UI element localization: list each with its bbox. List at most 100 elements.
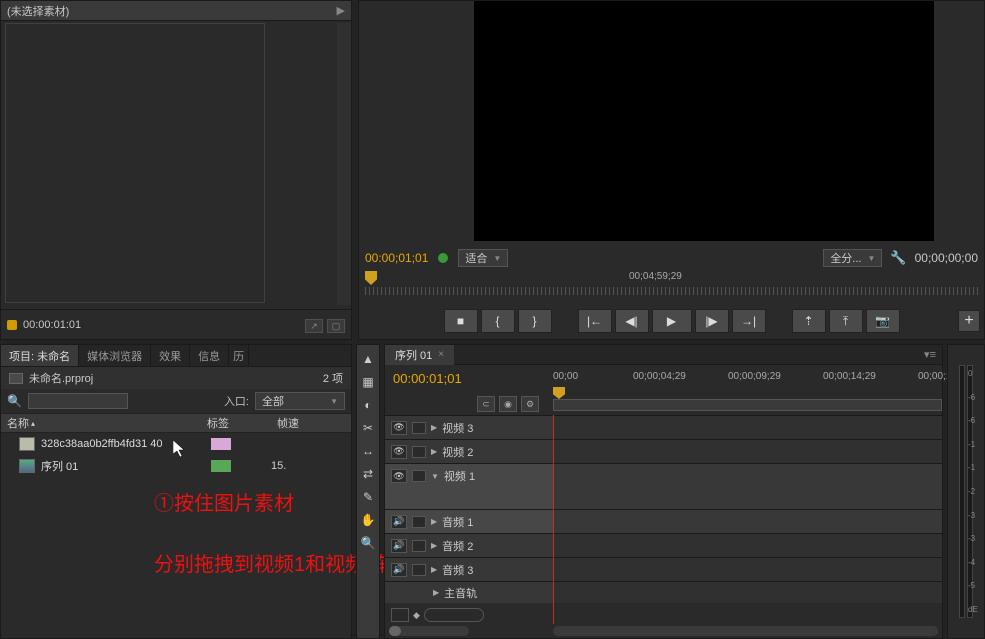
close-icon[interactable]: × — [438, 349, 444, 360]
program-ruler[interactable]: 00;04;59;29 — [359, 271, 984, 301]
selection-tool[interactable]: ▲ — [358, 349, 378, 369]
speaker-icon[interactable]: 🔊 — [391, 515, 407, 529]
col-name[interactable]: 名称 ▴ — [1, 415, 201, 431]
tab-effects[interactable]: 效果 — [151, 345, 190, 366]
track-header[interactable]: ▶ 主音轨 — [385, 582, 553, 603]
program-timecode-left[interactable]: 00:00;01;01 — [365, 251, 428, 265]
track-body[interactable] — [553, 582, 942, 603]
ruler-playhead-icon[interactable] — [365, 271, 377, 285]
track-name: 音频 1 — [442, 514, 473, 530]
extract-button[interactable]: ⤒ — [829, 309, 863, 333]
expand-icon[interactable]: ▶ — [431, 565, 437, 574]
lock-icon[interactable] — [412, 516, 426, 528]
pen-tool[interactable]: ✎ — [358, 487, 378, 507]
panel-menu-icon[interactable]: ▾≡ — [918, 348, 942, 361]
snap-toggle[interactable]: ⊂ — [477, 396, 495, 412]
lock-icon[interactable] — [412, 470, 426, 482]
source-viewport[interactable] — [5, 23, 265, 303]
list-item[interactable]: 328c38aa0b2ffb4fd31 40 — [1, 433, 351, 455]
expand-icon[interactable]: ▶ — [431, 423, 437, 432]
track-body[interactable] — [553, 464, 942, 509]
timeline-ruler[interactable]: 00;00 00;00;04;29 00;00;09;29 00;00;14;2… — [553, 371, 942, 387]
track-body[interactable] — [553, 558, 942, 581]
filter-dropdown[interactable]: 全部 ▼ — [255, 392, 345, 410]
go-to-out-button[interactable]: →| — [732, 309, 766, 333]
search-icon[interactable]: 🔍 — [7, 394, 22, 408]
add-button-plus-icon[interactable]: + — [958, 310, 980, 332]
playhead-line[interactable] — [553, 415, 554, 624]
eye-icon[interactable]: 👁 — [391, 445, 407, 459]
lock-icon[interactable] — [412, 422, 426, 434]
timeline-playhead-icon[interactable] — [553, 387, 565, 399]
track-body[interactable] — [553, 534, 942, 557]
src-mini-btn-2[interactable]: ▢ — [327, 319, 345, 333]
track-select-tool[interactable]: ▦ — [358, 372, 378, 392]
track-header[interactable]: 🔊 ▶ 音频 1 — [385, 510, 553, 533]
collapse-icon[interactable]: ▼ — [431, 472, 439, 481]
ripple-edit-tool[interactable]: ◐ — [358, 395, 378, 415]
settings-button[interactable]: ⚙ — [521, 396, 539, 412]
wrench-icon[interactable]: 🔧 — [890, 250, 906, 266]
timeline-timecode[interactable]: 00:00:01;01 — [393, 371, 545, 386]
zoom-tool[interactable]: 🔍 — [358, 533, 378, 553]
go-to-in-button[interactable]: |← — [578, 309, 612, 333]
timeline-ruler-area[interactable]: 00;00 00;00;04;29 00;00;09;29 00;00;14;2… — [553, 365, 942, 415]
track-header[interactable]: 👁 ▶ 视频 2 — [385, 440, 553, 463]
step-back-button[interactable]: ◀| — [615, 309, 649, 333]
play-button[interactable]: ▶ — [652, 309, 692, 333]
export-frame-button[interactable]: 📷 — [866, 309, 900, 333]
speaker-icon[interactable]: 🔊 — [391, 539, 407, 553]
track-body[interactable] — [553, 440, 942, 463]
track-header[interactable]: 🔊 ▶ 音频 2 — [385, 534, 553, 557]
slip-tool[interactable]: ↔ — [358, 441, 378, 461]
expand-icon[interactable]: ▶ — [433, 588, 439, 597]
stop-button[interactable]: ■ — [444, 309, 478, 333]
zoom-slider[interactable] — [389, 626, 469, 636]
razor-tool[interactable]: ✂ — [358, 418, 378, 438]
track-header[interactable]: 👁 ▼ 视频 1 ◆ — [385, 464, 553, 509]
tab-history[interactable]: 历 — [229, 345, 249, 366]
tab-project[interactable]: 项目: 未命名 — [1, 345, 79, 366]
hscroll-thumb[interactable] — [553, 626, 938, 636]
label-swatch[interactable] — [211, 460, 231, 472]
marker-button[interactable]: ◉ — [499, 396, 517, 412]
opacity-box[interactable] — [424, 608, 484, 622]
resolution-dropdown[interactable]: 全分... ▼ — [823, 249, 882, 267]
eye-icon[interactable]: 👁 — [391, 469, 407, 483]
lift-button[interactable]: ⇡ — [792, 309, 826, 333]
keyframe-btn[interactable] — [391, 608, 409, 622]
expand-icon[interactable]: ▶ — [431, 447, 437, 456]
lock-icon[interactable] — [412, 540, 426, 552]
expand-icon[interactable]: ▶ — [431, 517, 437, 526]
track-body[interactable] — [553, 416, 942, 439]
source-timecode[interactable]: 00:00:01:01 — [23, 319, 81, 331]
source-menu-arrow-icon[interactable]: ▶ — [337, 4, 345, 17]
lock-icon[interactable] — [412, 446, 426, 458]
tab-info[interactable]: 信息 — [190, 345, 229, 366]
step-fwd-button[interactable]: |▶ — [695, 309, 729, 333]
speaker-icon[interactable]: 🔊 — [391, 563, 407, 577]
zoom-dropdown[interactable]: 适合 ▼ — [458, 249, 508, 267]
hand-tool[interactable]: ✋ — [358, 510, 378, 530]
label-swatch[interactable] — [211, 438, 231, 450]
mark-in-button[interactable]: { — [481, 309, 515, 333]
src-mini-btn-1[interactable]: ↗ — [305, 319, 323, 333]
timeline-tab[interactable]: 序列 01 × — [385, 345, 454, 365]
col-label[interactable]: 标签 — [201, 415, 271, 431]
program-viewport[interactable] — [474, 1, 934, 241]
slide-tool[interactable]: ⇄ — [358, 464, 378, 484]
mark-out-button[interactable]: } — [518, 309, 552, 333]
lock-icon[interactable] — [412, 564, 426, 576]
zoom-slider-knob[interactable] — [389, 626, 401, 636]
timeline-work-area-bar[interactable] — [553, 399, 942, 411]
expand-icon[interactable]: ▶ — [431, 541, 437, 550]
track-header[interactable]: 👁 ▶ 视频 3 — [385, 416, 553, 439]
tab-media-browser[interactable]: 媒体浏览器 — [79, 345, 151, 366]
list-item[interactable]: 序列 01 15. — [1, 455, 351, 477]
search-input[interactable] — [28, 393, 128, 409]
eye-icon[interactable]: 👁 — [391, 421, 407, 435]
track-header[interactable]: 🔊 ▶ 音频 3 — [385, 558, 553, 581]
source-scrollbar[interactable] — [337, 23, 351, 305]
col-fps[interactable]: 帧速 — [271, 415, 299, 431]
track-body[interactable] — [553, 510, 942, 533]
